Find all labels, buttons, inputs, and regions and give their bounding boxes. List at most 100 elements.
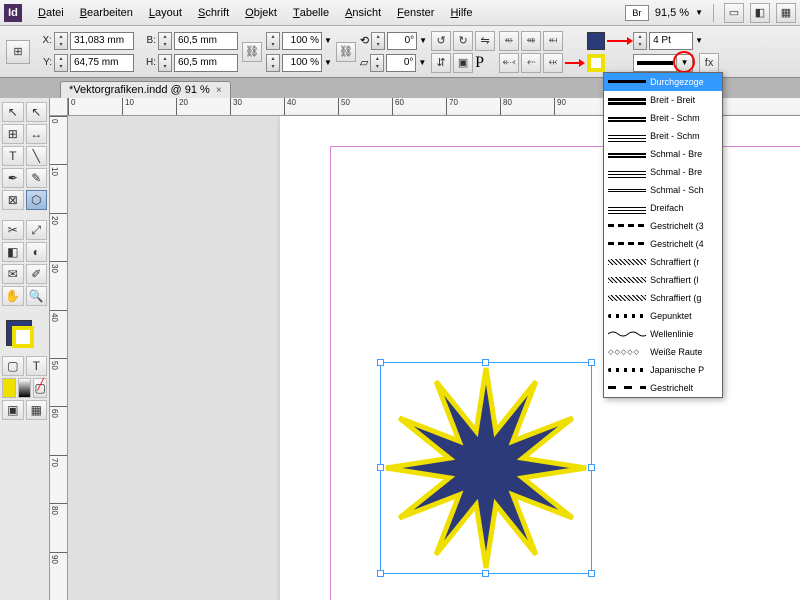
eyedropper-tool[interactable]: ✐ xyxy=(26,264,48,284)
stroke-option[interactable]: Gestrichelt (4 xyxy=(604,235,722,253)
rectangle-frame-tool[interactable]: ⊠ xyxy=(2,190,24,210)
gradient-swatch-tool[interactable]: ◧ xyxy=(2,242,24,262)
stroke-option[interactable]: Schraffiert (l xyxy=(604,271,722,289)
stroke-option[interactable]: Schraffiert (g xyxy=(604,289,722,307)
stroke-option[interactable]: Schmal - Bre xyxy=(604,145,722,163)
stroke-option[interactable]: Gepunktet xyxy=(604,307,722,325)
free-transform-tool[interactable]: ⤢ xyxy=(26,220,48,240)
menu-tabelle[interactable]: Tabelle xyxy=(285,0,337,25)
view-mode-normal[interactable]: ▣ xyxy=(2,400,24,420)
x-field[interactable] xyxy=(70,32,134,50)
stroke-style-display[interactable] xyxy=(633,54,677,72)
text-formatting-icon[interactable]: T xyxy=(26,356,48,376)
stroke-option[interactable]: Schmal - Sch xyxy=(604,181,722,199)
fx-icon[interactable]: fx xyxy=(699,53,719,73)
rotate-ccw-icon[interactable]: ↺ xyxy=(431,31,451,51)
align-icon-6[interactable]: ⬹ xyxy=(543,53,563,73)
direct-selection-tool[interactable]: ↖ xyxy=(26,102,48,122)
view-mode-icon[interactable]: ▭ xyxy=(724,3,744,23)
stroke-option[interactable]: Breit - Breit xyxy=(604,91,722,109)
menu-datei[interactable]: Datei xyxy=(30,0,72,25)
align-icon-5[interactable]: ⬸ xyxy=(521,53,541,73)
annotation-arrow-2 xyxy=(607,40,631,42)
stroke-option[interactable]: Schmal - Bre xyxy=(604,163,722,181)
w-field[interactable] xyxy=(174,32,238,50)
stroke-option[interactable]: Gestrichelt (3 xyxy=(604,217,722,235)
page-tool[interactable]: ⊞ xyxy=(2,124,24,144)
stroke-option[interactable]: Durchgezoge xyxy=(604,73,722,91)
toolbox: ↖↖ ⊞↔ T╲ ✒✎ ⊠⬡ ✂⤢ ◧◐ ✉✐ ✋🔍 ▢T ▢╱ ▣▦ xyxy=(0,98,50,600)
stroke-option[interactable]: Japanische P xyxy=(604,361,722,379)
shear-icon: ▱ xyxy=(360,56,368,69)
control-bar: ⊞ X:▴▾ Y:▴▾ B:▴▾ H:▴▾ ⛓ ▴▾▼ ▴▾▼ ⛓ ⟲▴▾▼ ▱… xyxy=(0,26,800,78)
note-tool[interactable]: ✉ xyxy=(2,264,24,284)
rotate-field[interactable] xyxy=(387,32,417,50)
apply-gradient-icon[interactable] xyxy=(18,378,32,398)
stroke-option[interactable]: Dreifach xyxy=(604,199,722,217)
tab-title: *Vektorgrafiken.indd @ 91 % xyxy=(69,84,210,96)
align-icon-3[interactable]: ⬶ xyxy=(543,31,563,51)
arrange-icon[interactable]: ▦ xyxy=(776,3,796,23)
stroke-option[interactable]: Schraffiert (r xyxy=(604,253,722,271)
pencil-tool[interactable]: ✎ xyxy=(26,168,48,188)
line-tool[interactable]: ╲ xyxy=(26,146,48,166)
stroke-chip[interactable] xyxy=(587,54,605,72)
stroke-weight-field[interactable] xyxy=(649,32,693,50)
gap-tool[interactable]: ↔ xyxy=(26,124,48,144)
gradient-feather-tool[interactable]: ◐ xyxy=(26,242,48,262)
zoom-chevron-icon[interactable]: ▼ xyxy=(695,8,703,17)
scissors-tool[interactable]: ✂ xyxy=(2,220,24,240)
stroke-swatch[interactable] xyxy=(12,326,34,348)
hand-tool[interactable]: ✋ xyxy=(2,286,24,306)
constrain-scale-icon[interactable]: ⛓ xyxy=(336,42,356,62)
align-icon-1[interactable]: ⬴ xyxy=(499,31,519,51)
menu-fenster[interactable]: Fenster xyxy=(389,0,442,25)
reference-point-icon[interactable]: ⊞ xyxy=(6,40,30,64)
stroke-option[interactable]: ◇◇◇◇◇Weiße Raute xyxy=(604,343,722,361)
p-icon[interactable]: P xyxy=(475,54,484,72)
align-icon-2[interactable]: ⬵ xyxy=(521,31,541,51)
menu-hilfe[interactable]: Hilfe xyxy=(442,0,480,25)
menu-bearbeiten[interactable]: Bearbeiten xyxy=(72,0,141,25)
shear-field[interactable] xyxy=(386,54,416,72)
selection-tool[interactable]: ↖ xyxy=(2,102,24,122)
stroke-style-dropdown-btn[interactable]: ▼ xyxy=(677,54,693,72)
h-field[interactable] xyxy=(174,54,238,72)
star-shape[interactable] xyxy=(382,364,590,572)
ruler-vertical[interactable]: 0102030405060708090 xyxy=(50,116,68,600)
apply-color-icon[interactable] xyxy=(2,378,16,398)
stroke-option[interactable]: Breit - Schm xyxy=(604,127,722,145)
menu-objekt[interactable]: Objekt xyxy=(237,0,285,25)
apply-none-icon[interactable]: ▢╱ xyxy=(33,378,47,398)
polygon-tool[interactable]: ⬡ xyxy=(26,190,48,210)
scale-x-field[interactable] xyxy=(282,32,322,50)
type-tool[interactable]: T xyxy=(2,146,24,166)
app-icon: Id xyxy=(4,4,22,22)
menu-layout[interactable]: Layout xyxy=(141,0,190,25)
fill-chip[interactable] xyxy=(587,32,605,50)
menu-schrift[interactable]: Schrift xyxy=(190,0,237,25)
menu-ansicht[interactable]: Ansicht xyxy=(337,0,389,25)
bridge-button[interactable]: Br xyxy=(625,5,649,21)
document-tab[interactable]: *Vektorgrafiken.indd @ 91 % × xyxy=(60,81,231,98)
pen-tool[interactable]: ✒ xyxy=(2,168,24,188)
flip-h-icon[interactable]: ⇋ xyxy=(475,31,495,51)
view-mode-preview[interactable]: ▦ xyxy=(26,400,48,420)
rotate-cw-icon[interactable]: ↻ xyxy=(453,31,473,51)
container-formatting-icon[interactable]: ▢ xyxy=(2,356,24,376)
flip-v-icon[interactable]: ⇵ xyxy=(431,53,451,73)
screen-mode-icon[interactable]: ◧ xyxy=(750,3,770,23)
stroke-option[interactable]: Wellenlinie xyxy=(604,325,722,343)
select-container-icon[interactable]: ▣ xyxy=(453,53,473,73)
y-field[interactable] xyxy=(70,54,134,72)
stroke-option[interactable]: Breit - Schm xyxy=(604,109,722,127)
zoom-level[interactable]: 91,5 % xyxy=(655,7,689,19)
zoom-tool[interactable]: 🔍 xyxy=(26,286,48,306)
menu-bar: Id DateiBearbeitenLayoutSchriftObjektTab… xyxy=(0,0,800,26)
scale-y-field[interactable] xyxy=(282,54,322,72)
align-icon-4[interactable]: ⬷ xyxy=(499,53,519,73)
close-tab-icon[interactable]: × xyxy=(216,85,222,96)
stroke-option[interactable]: Gestrichelt xyxy=(604,379,722,397)
ruler-origin[interactable] xyxy=(50,98,68,116)
constrain-icon[interactable]: ⛓ xyxy=(242,42,262,62)
